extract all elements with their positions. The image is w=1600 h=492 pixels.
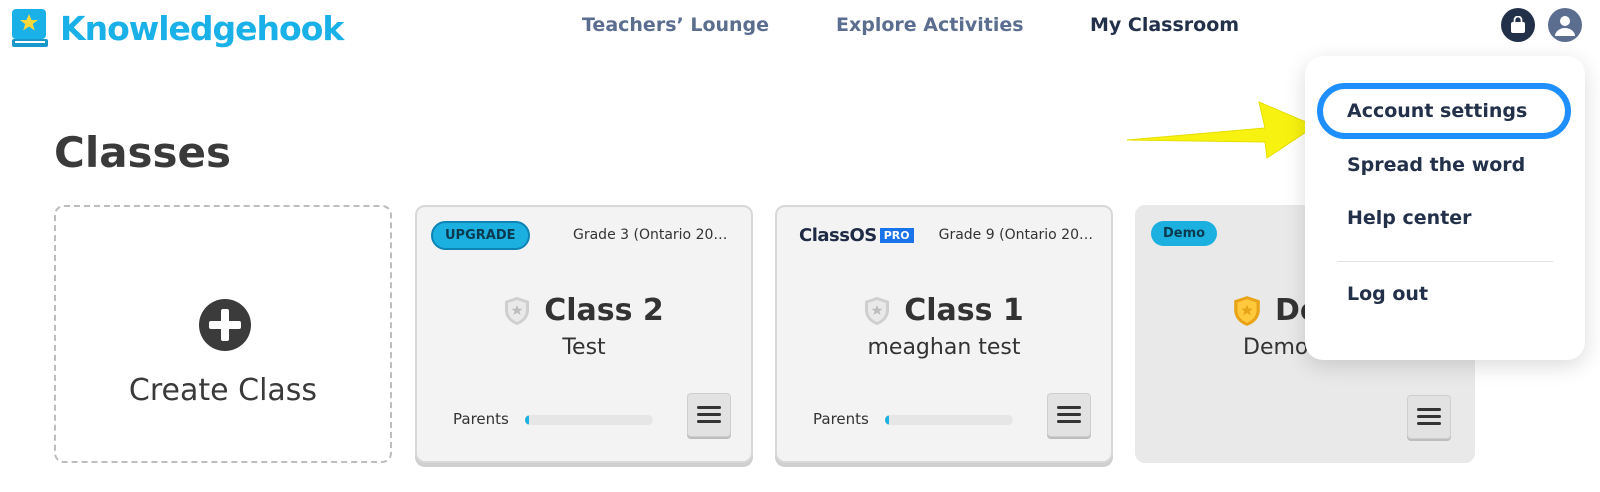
user-avatar-icon — [1555, 16, 1575, 36]
menu-item-spread-the-word[interactable]: Spread the word — [1347, 154, 1525, 176]
menu-item-log-out[interactable]: Log out — [1347, 283, 1428, 305]
demo-badge: Demo — [1151, 221, 1218, 246]
class-menu-button[interactable] — [1407, 395, 1451, 439]
book-star-icon — [10, 8, 50, 48]
class-name: Class 2 — [544, 293, 664, 328]
class-card[interactable]: UPGRADE Grade 3 (Ontario 2020) Class 2 T… — [415, 205, 753, 463]
parents-progress-fill — [885, 415, 889, 425]
pro-badge: PRO — [879, 228, 914, 243]
shopping-bag-button[interactable] — [1501, 8, 1535, 42]
parents-progress-bar — [885, 415, 1013, 425]
top-navigation-bar: Knowledgehook Teachers’ Lounge Explore A… — [0, 0, 1600, 56]
parents-label: Parents — [453, 410, 509, 428]
class-teacher: meaghan test — [867, 335, 1021, 360]
logo-text: Knowledgehook — [60, 8, 344, 48]
upgrade-badge[interactable]: UPGRADE — [431, 221, 530, 250]
parents-label: Parents — [813, 410, 869, 428]
plus-circle-icon — [199, 299, 251, 351]
page-title: Classes — [54, 128, 232, 177]
yellow-arrow-annotation — [1126, 101, 1317, 159]
class-menu-button[interactable] — [1047, 393, 1091, 437]
class-name: Class 1 — [904, 293, 1024, 328]
menu-item-account-settings[interactable]: Account settings — [1347, 100, 1527, 122]
shopping-bag-icon — [1511, 16, 1525, 33]
create-class-card[interactable]: Create Class — [54, 205, 392, 463]
nav-explore-activities[interactable]: Explore Activities — [836, 14, 1024, 36]
classos-brand: ClassOS — [799, 225, 877, 246]
account-dropdown-menu: Account settings Spread the word Help ce… — [1305, 56, 1585, 360]
create-class-label: Create Class — [128, 373, 318, 408]
menu-divider — [1337, 261, 1553, 262]
class-teacher: Test — [562, 335, 606, 360]
parents-progress-bar — [525, 415, 653, 425]
class-menu-button[interactable] — [687, 393, 731, 437]
nav-teachers-lounge[interactable]: Teachers’ Lounge — [582, 14, 769, 36]
menu-item-help-center[interactable]: Help center — [1347, 207, 1472, 229]
shield-star-icon — [865, 296, 890, 325]
classos-pro-logo: ClassOS PRO — [799, 225, 914, 246]
grade-label: Grade 9 (Ontario 20… — [938, 227, 1093, 243]
class-card[interactable]: ClassOS PRO Grade 9 (Ontario 20… Class 1… — [775, 205, 1113, 463]
user-menu-button[interactable] — [1548, 8, 1582, 42]
parents-progress-fill — [525, 415, 529, 425]
gold-shield-icon — [1234, 295, 1260, 326]
nav-my-classroom[interactable]: My Classroom — [1090, 14, 1239, 36]
grade-label: Grade 3 (Ontario 2020) — [573, 227, 733, 243]
knowledgehook-logo[interactable]: Knowledgehook — [10, 8, 344, 48]
shield-star-icon — [505, 296, 530, 325]
